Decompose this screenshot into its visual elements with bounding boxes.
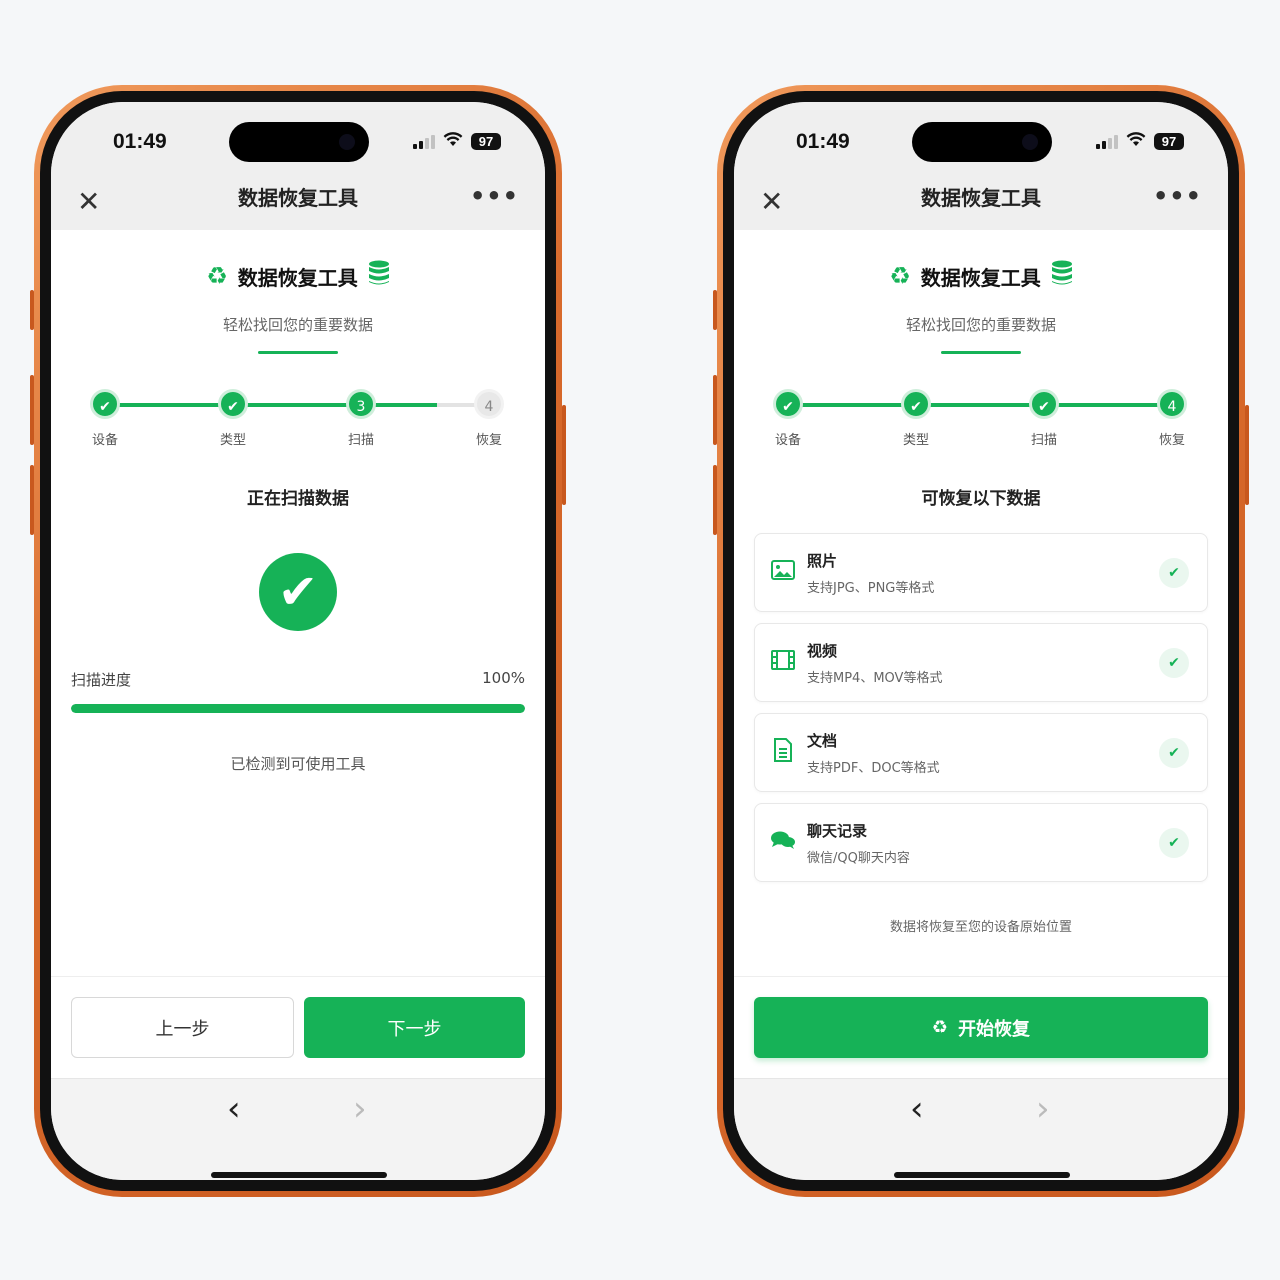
screen-restore: 01:49 97 ✕ 数据恢复工具 ••• ♻ 数据恢复工具 轻松找回您的重要数…: [734, 102, 1228, 1180]
wifi-icon: [443, 132, 463, 151]
check-icon[interactable]: ✔: [1159, 557, 1189, 588]
browser-navbar: ‹ ›: [51, 1078, 545, 1180]
check-icon: ✔: [773, 389, 803, 419]
recycle-icon: ♻: [206, 262, 228, 290]
forward-arrow-icon[interactable]: ›: [353, 1089, 367, 1129]
recycle-icon: ♻: [889, 262, 911, 290]
more-icon[interactable]: •••: [470, 182, 519, 210]
progress-label: 扫描进度: [71, 671, 132, 689]
header-bar: 01:49 97 ✕ 数据恢复工具 •••: [51, 102, 545, 230]
check-icon: ✔: [901, 389, 931, 419]
chat-icon: [769, 830, 797, 856]
phone-left: 01:49 97 ✕ 数据恢复工具 ••• ♻ 数据恢复工具 轻松找回您的重要数…: [30, 85, 566, 1197]
forward-arrow-icon[interactable]: ›: [1036, 1089, 1050, 1129]
check-icon: ✔: [90, 389, 120, 419]
check-icon: ✔: [218, 389, 248, 419]
subtitle-underline: [941, 351, 1021, 354]
content: ♻ 数据恢复工具 轻松找回您的重要数据 ✔ 设备 ✔: [51, 230, 545, 774]
prev-button[interactable]: 上一步: [71, 997, 294, 1058]
list-item-photos[interactable]: 照片 支持JPG、PNG等格式 ✔: [754, 533, 1208, 612]
step-scan: ✔ 扫描: [1014, 389, 1074, 448]
app-subtitle: 轻松找回您的重要数据: [905, 316, 1056, 334]
step-device: ✔ 设备: [758, 389, 818, 448]
database-icon: [368, 260, 390, 292]
browser-navbar: ‹ ›: [734, 1078, 1228, 1180]
status-time: 01:49: [113, 130, 167, 153]
check-icon: ✔: [1029, 389, 1059, 419]
document-icon: [769, 737, 797, 768]
signal-icon: [1096, 134, 1118, 149]
back-arrow-icon[interactable]: ‹: [910, 1089, 924, 1129]
next-button[interactable]: 下一步: [304, 997, 525, 1058]
database-icon: [1051, 260, 1073, 292]
status-time: 01:49: [796, 130, 850, 153]
success-check-icon: ✔: [259, 553, 337, 631]
recoverable-list: 照片 支持JPG、PNG等格式 ✔ 视频 支持MP4、MOV等格式 ✔ 文档 支…: [754, 533, 1208, 882]
footer-actions: ♻ 开始恢复: [734, 976, 1228, 1078]
app-title: ♻ 数据恢复工具: [734, 260, 1228, 292]
stepper: ✔ 设备 ✔ 类型 3 扫描 4 恢复: [81, 384, 515, 464]
more-icon[interactable]: •••: [1153, 182, 1202, 210]
film-icon: [769, 649, 797, 676]
app-title: ♻ 数据恢复工具: [51, 260, 545, 292]
app-subtitle: 轻松找回您的重要数据: [222, 316, 373, 334]
screen-scan: 01:49 97 ✕ 数据恢复工具 ••• ♻ 数据恢复工具 轻松找回您的重要数…: [51, 102, 545, 1180]
footer-actions: 上一步 下一步: [51, 976, 545, 1078]
detect-message: 已检测到可使用工具: [230, 755, 366, 773]
check-icon[interactable]: ✔: [1159, 737, 1189, 768]
header-bar: 01:49 97 ✕ 数据恢复工具 •••: [734, 102, 1228, 230]
home-indicator[interactable]: [894, 1172, 1070, 1178]
list-item-videos[interactable]: 视频 支持MP4、MOV等格式 ✔: [754, 623, 1208, 702]
step-type: ✔ 类型: [886, 389, 946, 448]
section-title: 可恢复以下数据: [921, 489, 1041, 509]
app-title-text: 数据恢复工具: [237, 265, 358, 290]
wifi-icon: [1126, 132, 1146, 151]
recycle-icon: ♻: [931, 1017, 949, 1038]
step-device: ✔ 设备: [75, 389, 135, 448]
stepper: ✔ 设备 ✔ 类型 ✔ 扫描 4 恢复: [764, 384, 1198, 464]
list-item-documents[interactable]: 文档 支持PDF、DOC等格式 ✔: [754, 713, 1208, 792]
list-item-chats[interactable]: 聊天记录 微信/QQ聊天内容 ✔: [754, 803, 1208, 882]
step-type: ✔ 类型: [203, 389, 263, 448]
step-restore: 4 恢复: [459, 389, 519, 448]
battery-badge: 97: [471, 133, 501, 150]
step-scan: 3 扫描: [331, 389, 391, 448]
dynamic-island: [229, 122, 369, 162]
section-title: 正在扫描数据: [247, 489, 349, 509]
progress-value: 100%: [482, 669, 525, 687]
check-icon[interactable]: ✔: [1159, 827, 1189, 858]
phone-right: 01:49 97 ✕ 数据恢复工具 ••• ♻ 数据恢复工具 轻松找回您的重要数…: [713, 85, 1249, 1197]
app-title-text: 数据恢复工具: [920, 265, 1041, 290]
subtitle-underline: [258, 351, 338, 354]
battery-badge: 97: [1154, 133, 1184, 150]
signal-icon: [413, 134, 435, 149]
image-icon: [769, 559, 797, 586]
dynamic-island: [912, 122, 1052, 162]
status-icons: 97: [413, 132, 501, 151]
content: ♻ 数据恢复工具 轻松找回您的重要数据 ✔ 设备 ✔: [734, 230, 1228, 935]
start-restore-button[interactable]: ♻ 开始恢复: [754, 997, 1208, 1058]
back-arrow-icon[interactable]: ‹: [227, 1089, 241, 1129]
progress-bar: [71, 704, 525, 713]
restore-note: 数据将恢复至您的设备原始位置: [889, 920, 1072, 935]
check-icon[interactable]: ✔: [1159, 647, 1189, 678]
step-restore: 4 恢复: [1142, 389, 1202, 448]
progress-row: 扫描进度 100%: [71, 669, 525, 690]
home-indicator[interactable]: [211, 1172, 387, 1178]
progress-fill: [71, 704, 525, 713]
status-icons: 97: [1096, 132, 1184, 151]
